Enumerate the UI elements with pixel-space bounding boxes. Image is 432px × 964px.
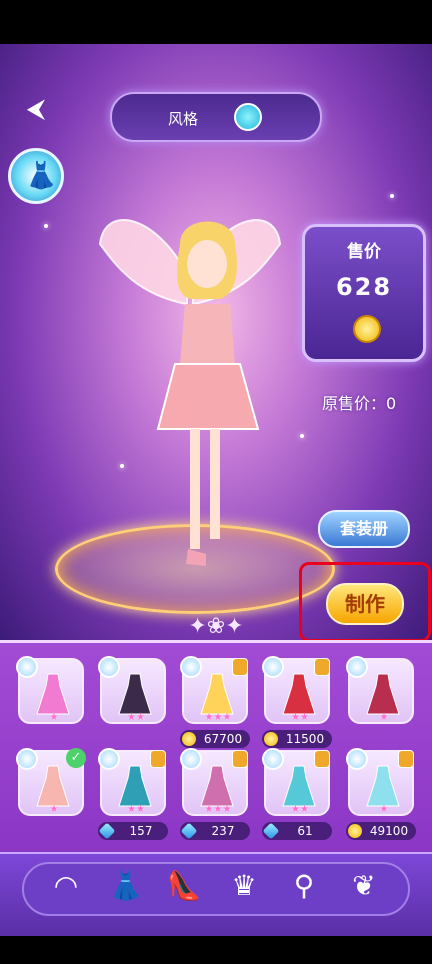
dress-icon: 👗 <box>25 161 58 191</box>
item-type-badge-icon <box>180 748 202 770</box>
dress-thumbnail <box>282 673 316 715</box>
item-type-badge-icon <box>346 656 368 678</box>
item-cost-value: 67700 <box>203 732 243 746</box>
item-cost: 237 <box>180 822 250 840</box>
item-cost-value: 157 <box>129 824 153 838</box>
item-cost-value: 61 <box>297 824 313 838</box>
item-cost-value: 11500 <box>285 732 325 746</box>
dress-thumbnail <box>118 765 152 807</box>
character-stage: 风格 ⮜ 👗 售价 628 原售价：0 套装册 制作 <box>0 44 432 644</box>
lock-icon <box>232 750 248 768</box>
craft-button-highlight[interactable]: 制作 <box>299 562 431 642</box>
shoe-icon[interactable]: 👠 <box>164 866 204 906</box>
hair-icon[interactable]: ◠ <box>46 866 86 906</box>
system-nav-bar <box>0 936 432 964</box>
item-stars: ★★★ <box>204 804 232 815</box>
item-type-badge-icon <box>98 748 120 770</box>
item-type-badge-icon <box>262 748 284 770</box>
item-card-yellow-maid-dress[interactable]: ★★★ <box>180 656 248 724</box>
dress-category-button[interactable]: 👗 <box>8 148 64 204</box>
diamond-icon <box>180 822 198 840</box>
coin-icon <box>264 732 278 746</box>
item-stars: ★★ <box>291 804 309 815</box>
owned-check-icon: ✓ <box>66 748 86 768</box>
item-cost: 11500 <box>262 730 332 748</box>
item-type-badge-icon <box>16 748 38 770</box>
item-stars: ★★ <box>127 804 145 815</box>
item-stars: ★★ <box>291 712 309 723</box>
item-stars: ★★ <box>127 712 145 723</box>
category-nav: ◠ 👗 👠 ♛ ⚲ ❦ <box>0 852 432 936</box>
sparkle <box>390 194 394 198</box>
diamond-icon <box>262 822 280 840</box>
item-type-badge-icon <box>262 656 284 678</box>
back-arrow-icon[interactable]: ⮜ <box>16 94 56 124</box>
diamond-icon <box>98 822 116 840</box>
dress-thumbnail <box>366 765 400 807</box>
item-stars: ★★★ <box>204 712 232 723</box>
dress-thumbnail <box>200 673 234 715</box>
item-card-peach-tulle-dress[interactable]: ✓ ★ <box>16 748 86 816</box>
item-type-badge-icon <box>98 656 120 678</box>
item-cost: 61 <box>262 822 332 840</box>
item-cost: 157 <box>98 822 168 840</box>
item-card-black-white-dress[interactable]: ★★ <box>98 656 166 724</box>
style-label: 风格 <box>168 110 199 128</box>
outfit-book-button[interactable]: 套装册 <box>318 510 410 548</box>
item-stars: ★ <box>49 804 59 815</box>
lock-icon <box>232 658 248 676</box>
item-card-blue-fairy-gown[interactable]: ★ <box>346 748 414 816</box>
craft-button[interactable]: 制作 <box>326 583 404 625</box>
lock-icon <box>314 750 330 768</box>
lock-icon <box>150 750 166 768</box>
sparkle <box>300 434 304 438</box>
lock-icon <box>314 658 330 676</box>
lock-icon <box>398 750 414 768</box>
price-panel: 售价 628 <box>302 224 426 362</box>
item-cost-value: 237 <box>211 824 235 838</box>
price-title: 售价 <box>347 242 381 262</box>
item-type-badge-icon <box>346 748 368 770</box>
item-card-red-ball-gown[interactable]: ★ <box>346 656 414 724</box>
dress-thumbnail <box>200 765 234 807</box>
item-card-aqua-mermaid-gown[interactable]: ★★ <box>262 748 330 816</box>
dress-thumbnail <box>282 765 316 807</box>
item-card-blue-feather-dress[interactable]: ★★ <box>98 748 166 816</box>
coin-icon <box>182 732 196 746</box>
item-type-badge-icon <box>16 656 38 678</box>
headwear-icon[interactable]: ♛ <box>224 866 264 906</box>
item-cost-value: 49100 <box>369 824 409 838</box>
item-type-badge-icon <box>180 656 202 678</box>
shirt-icon[interactable] <box>234 103 262 131</box>
dress-icon[interactable]: 👗 <box>106 866 146 906</box>
dress-thumbnail <box>36 765 70 807</box>
coin-icon <box>348 824 362 838</box>
price-value: 628 <box>335 273 393 301</box>
item-card-pink-princess-dress[interactable]: ★ <box>16 656 84 724</box>
item-card-pink-lolita-dress[interactable]: ★★★ <box>180 748 248 816</box>
dress-thumbnail <box>118 673 152 715</box>
wings-icon[interactable]: ❦ <box>344 866 384 906</box>
character-model <box>156 221 260 566</box>
item-stars: ★ <box>379 712 389 723</box>
item-cost: 49100 <box>346 822 416 840</box>
wand-icon[interactable]: ⚲ <box>284 866 324 906</box>
item-card-red-gothic-dress[interactable]: ★★ <box>262 656 330 724</box>
sparkle <box>44 224 48 228</box>
item-stars: ★ <box>379 804 389 815</box>
original-price: 原售价：0 <box>322 394 397 413</box>
style-header[interactable]: 风格 <box>110 92 322 142</box>
dress-thumbnail <box>366 673 400 715</box>
dress-thumbnail <box>36 673 70 715</box>
sparkle <box>120 464 124 468</box>
coin-icon <box>353 315 381 343</box>
item-cost: 67700 <box>180 730 250 748</box>
status-bar <box>0 0 432 44</box>
item-stars: ★ <box>49 712 59 723</box>
